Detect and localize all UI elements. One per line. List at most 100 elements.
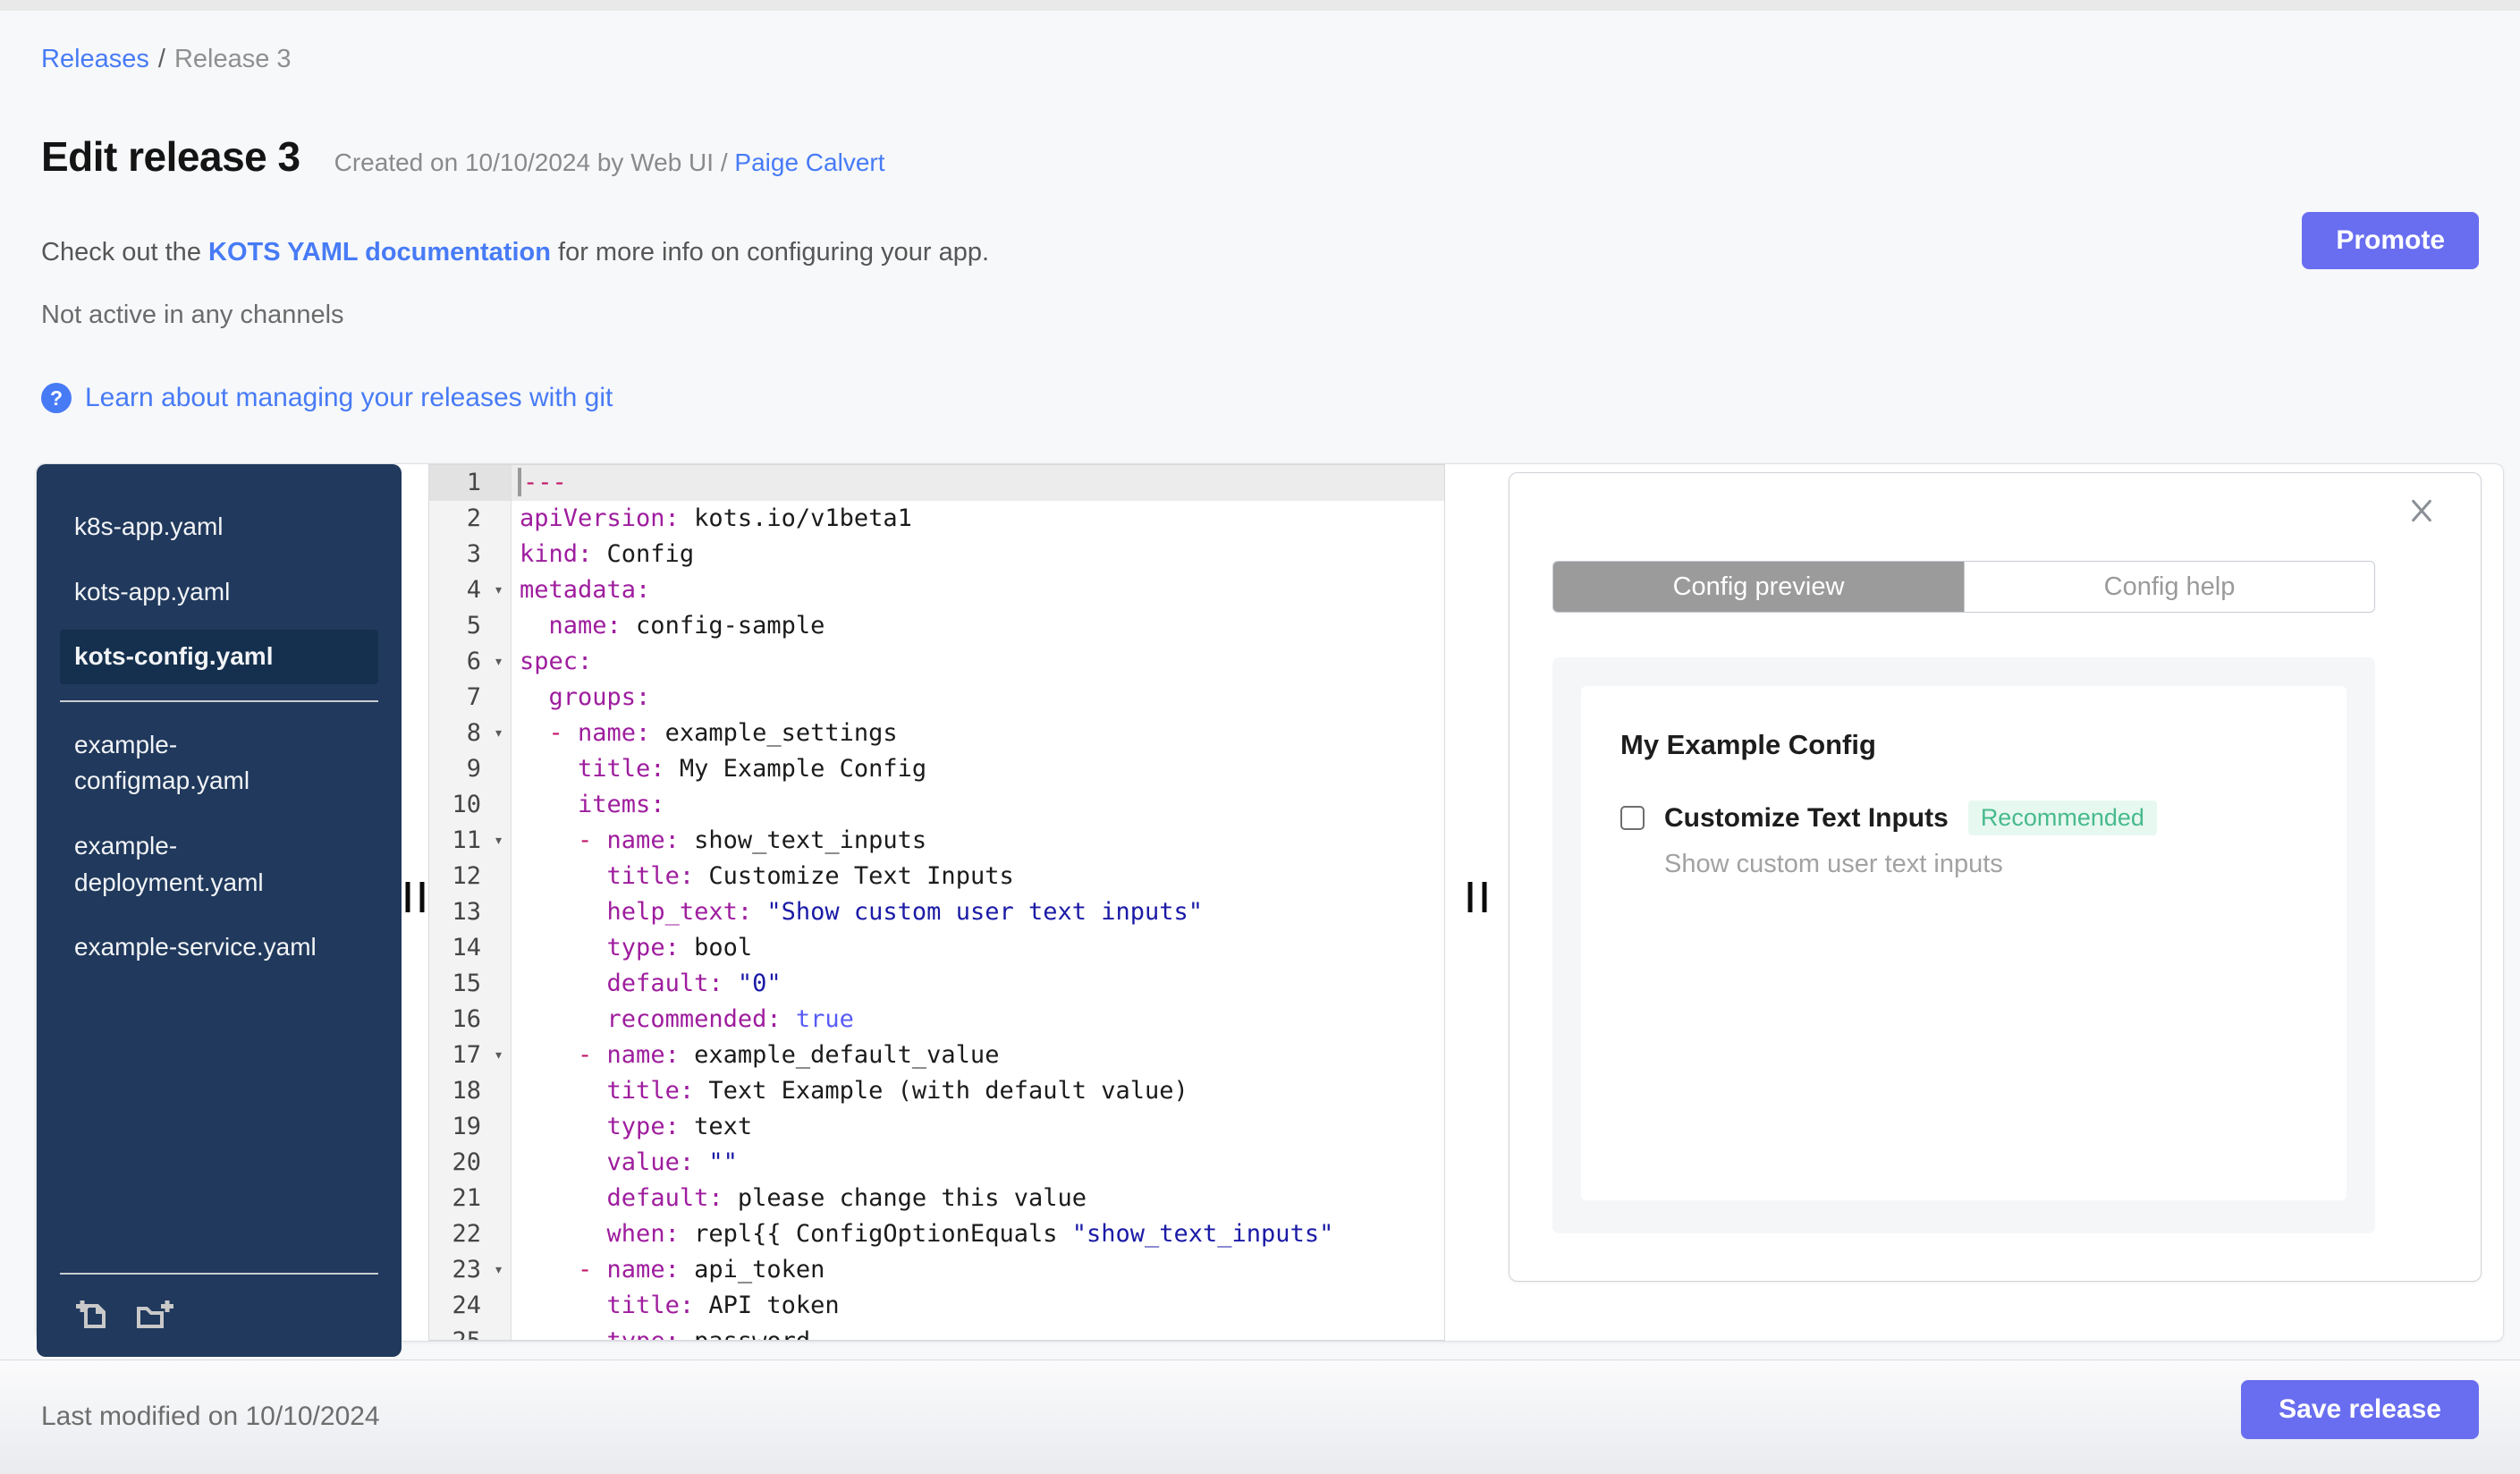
git-releases-link[interactable]: Learn about managing your releases with … — [85, 383, 613, 413]
code-line-20[interactable]: 20 value: "" — [429, 1145, 1444, 1181]
line-number: 24 — [429, 1288, 486, 1324]
left-resize-handle[interactable] — [405, 882, 425, 912]
code-text: when: repl{{ ConfigOptionEquals "show_te… — [606, 1220, 1334, 1248]
code-line-7[interactable]: 7 groups: — [429, 680, 1444, 716]
fold-spacer — [486, 787, 512, 823]
code-line-3[interactable]: 3 kind: Config — [429, 537, 1444, 572]
fold-arrow-icon[interactable]: ▾ — [486, 572, 512, 608]
git-help-row[interactable]: ? Learn about managing your releases wit… — [41, 383, 613, 413]
config-item-help-text: Show custom user text inputs — [1664, 850, 2003, 878]
recommended-badge: Recommended — [1967, 801, 2157, 835]
code-text: title: Text Example (with default value) — [606, 1077, 1188, 1105]
tab-config-preview[interactable]: Config preview — [1553, 562, 1964, 612]
channel-status: Not active in any channels — [41, 301, 344, 329]
right-resize-handle[interactable] — [1467, 882, 1486, 912]
breadcrumb-releases-link[interactable]: Releases — [41, 45, 149, 73]
code-line-9[interactable]: 9 title: My Example Config — [429, 751, 1444, 787]
author-link[interactable]: Paige Calvert — [734, 148, 884, 176]
code-line-19[interactable]: 19 type: text — [429, 1109, 1444, 1145]
code-line-18[interactable]: 18 title: Text Example (with default val… — [429, 1073, 1444, 1109]
help-question-icon[interactable]: ? — [41, 383, 72, 413]
fold-spacer — [486, 680, 512, 716]
tab-config-help[interactable]: Config help — [1964, 562, 2374, 612]
code-text: - name: example_settings — [548, 719, 898, 747]
save-release-button[interactable]: Save release — [2241, 1380, 2479, 1439]
fold-arrow-icon[interactable]: ▾ — [486, 644, 512, 680]
kots-yaml-doc-link[interactable]: KOTS YAML documentation — [208, 238, 551, 267]
fold-arrow-icon[interactable]: ▾ — [486, 716, 512, 751]
handle-bar — [1482, 882, 1486, 912]
line-number: 5 — [429, 608, 486, 644]
fold-arrow-icon[interactable]: ▾ — [486, 1252, 512, 1288]
release-editor-panel: k8s-app.yaml kots-app.yaml kots-config.yam… — [36, 463, 2504, 1357]
window-top-edge — [0, 0, 2520, 11]
line-number: 18 — [429, 1073, 486, 1109]
code-line-13[interactable]: 13 help_text: "Show custom user text inp… — [429, 894, 1444, 930]
code-line-14[interactable]: 14 type: bool — [429, 930, 1444, 966]
sidebar-file-example-service.yaml[interactable]: example-service.yaml — [60, 920, 378, 975]
code-text: groups: — [548, 683, 651, 711]
config-preview-panel: Config preview Config help My Example Co… — [1509, 472, 2482, 1282]
code-line-8[interactable]: 8 ▾ - name: example_settings — [429, 716, 1444, 751]
sidebar-file-kots-app.yaml[interactable]: kots-app.yaml — [60, 565, 378, 620]
code-text: type: text — [606, 1113, 753, 1140]
code-line-23[interactable]: 23 ▾ - name: api_token — [429, 1252, 1444, 1288]
fold-spacer — [486, 1002, 512, 1038]
new-folder-icon[interactable] — [131, 1294, 176, 1334]
page-title: Edit release 3 — [41, 133, 300, 180]
code-line-22[interactable]: 22 when: repl{{ ConfigOptionEquals "show… — [429, 1216, 1444, 1252]
sidebar-editor-gap — [402, 464, 428, 1341]
line-number: 23 — [429, 1252, 486, 1288]
promote-button[interactable]: Promote — [2302, 212, 2479, 269]
breadcrumb-current: Release 3 — [173, 45, 292, 73]
line-number: 16 — [429, 1002, 486, 1038]
code-text: recommended: true — [606, 1005, 854, 1033]
fold-spacer — [486, 1324, 512, 1340]
customize-text-inputs-checkbox[interactable] — [1620, 806, 1645, 830]
code-line-15[interactable]: 15 default: "0" — [429, 966, 1444, 1002]
doc-line: Check out the KOTS YAML documentation fo… — [41, 238, 989, 267]
code-text: kind: Config — [520, 540, 695, 568]
code-text: --- — [512, 465, 1444, 501]
code-line-21[interactable]: 21 default: please change this value — [429, 1181, 1444, 1216]
code-text: spec: — [520, 648, 593, 675]
line-number: 19 — [429, 1109, 486, 1145]
last-modified-text: Last modified on 10/10/2024 — [41, 1402, 380, 1431]
code-line-5[interactable]: 5 name: config-sample — [429, 608, 1444, 644]
line-number: 13 — [429, 894, 486, 930]
code-line-11[interactable]: 11 ▾ - name: show_text_inputs — [429, 823, 1444, 859]
line-number: 10 — [429, 787, 486, 823]
code-line-2[interactable]: 2 apiVersion: kots.io/v1beta1 — [429, 501, 1444, 537]
close-icon[interactable] — [2407, 496, 2436, 525]
code-text: - name: show_text_inputs — [578, 826, 927, 854]
code-line-10[interactable]: 10 items: — [429, 787, 1444, 823]
code-line-12[interactable]: 12 title: Customize Text Inputs — [429, 859, 1444, 894]
fold-arrow-icon[interactable]: ▾ — [486, 823, 512, 859]
yaml-code-editor[interactable]: 1 --- 2 apiVersion: kots.io/v1beta1 3 kind: C… — [428, 464, 1445, 1341]
code-line-17[interactable]: 17 ▾ - name: example_default_value — [429, 1038, 1444, 1073]
code-line-1[interactable]: 1 --- — [429, 465, 1444, 501]
sidebar-file-k8s-app.yaml[interactable]: k8s-app.yaml — [60, 500, 378, 555]
code-line-24[interactable]: 24 title: API token — [429, 1288, 1444, 1324]
fold-arrow-icon[interactable]: ▾ — [486, 1038, 512, 1073]
line-number: 12 — [429, 859, 486, 894]
code-text: value: "" — [606, 1148, 738, 1176]
sidebar-file-example-deployment.yaml[interactable]: example-deployment.yaml — [60, 819, 378, 910]
breadcrumb: Releases / Release 3 — [41, 45, 292, 74]
code-text: - name: api_token — [578, 1256, 825, 1283]
config-preview-card: My Example Config Customize Text Inputs … — [1581, 686, 2347, 1200]
sidebar-file-example-configmap.yaml[interactable]: example-configmap.yaml — [60, 718, 378, 809]
sidebar-file-kots-config.yaml[interactable]: kots-config.yaml — [60, 630, 378, 684]
code-line-16[interactable]: 16 recommended: true — [429, 1002, 1444, 1038]
code-line-25[interactable]: 25 type: password — [429, 1324, 1444, 1340]
code-text: title: My Example Config — [578, 755, 927, 783]
line-number: 4 — [429, 572, 486, 608]
code-text: type: bool — [606, 934, 753, 961]
fold-spacer — [486, 751, 512, 787]
code-text: title: Customize Text Inputs — [606, 862, 1014, 890]
code-line-6[interactable]: 6 ▾ spec: — [429, 644, 1444, 680]
new-file-icon[interactable] — [72, 1294, 112, 1334]
fold-spacer — [486, 1181, 512, 1216]
line-number: 14 — [429, 930, 486, 966]
code-line-4[interactable]: 4 ▾ metadata: — [429, 572, 1444, 608]
